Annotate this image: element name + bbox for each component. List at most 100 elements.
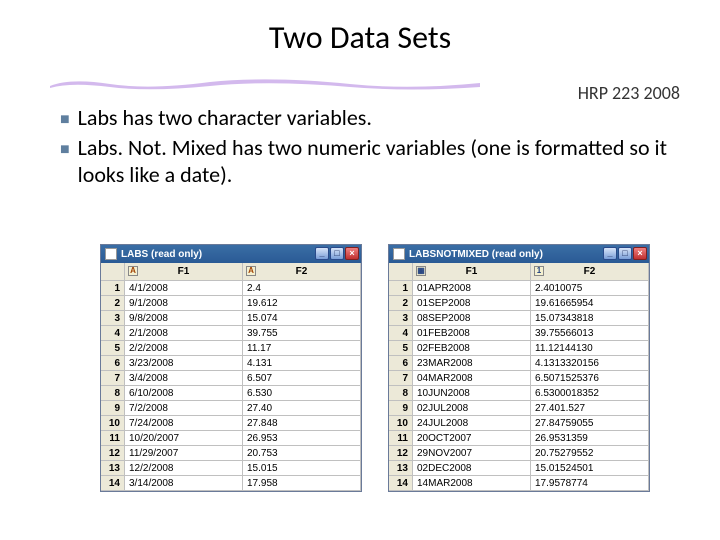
data-cell[interactable]: 20OCT2007: [413, 431, 531, 446]
data-cell[interactable]: 7/2/2008: [125, 401, 243, 416]
data-cell[interactable]: 27.40: [243, 401, 361, 416]
maximize-button[interactable]: □: [330, 247, 344, 260]
window-title-text: LABSNOTMIXED (read only): [409, 249, 543, 260]
row-number[interactable]: 1: [389, 281, 413, 296]
data-cell[interactable]: 11.17: [243, 341, 361, 356]
data-cell[interactable]: 6.507: [243, 371, 361, 386]
row-number[interactable]: 2: [101, 296, 125, 311]
data-cell[interactable]: 6.530: [243, 386, 361, 401]
column-header[interactable]: ▦F1: [413, 263, 531, 281]
row-number[interactable]: 2: [389, 296, 413, 311]
window-titlebar[interactable]: LABSNOTMIXED (read only) _ □ ×: [389, 245, 649, 263]
data-cell[interactable]: 20.75279552: [531, 446, 649, 461]
data-cell[interactable]: 10/20/2007: [125, 431, 243, 446]
row-number[interactable]: 4: [389, 326, 413, 341]
maximize-button[interactable]: □: [618, 247, 632, 260]
row-number[interactable]: 5: [389, 341, 413, 356]
minimize-button[interactable]: _: [603, 247, 617, 260]
close-button[interactable]: ×: [345, 247, 359, 260]
data-cell[interactable]: 26.953: [243, 431, 361, 446]
data-cell[interactable]: 04MAR2008: [413, 371, 531, 386]
data-cell[interactable]: 2/1/2008: [125, 326, 243, 341]
data-cell[interactable]: 27.401.527: [531, 401, 649, 416]
close-button[interactable]: ×: [633, 247, 647, 260]
data-cell[interactable]: 27.848: [243, 416, 361, 431]
data-cell[interactable]: 15.074: [243, 311, 361, 326]
data-cell[interactable]: 39.75566013: [531, 326, 649, 341]
row-number[interactable]: 1: [101, 281, 125, 296]
row-number[interactable]: 3: [101, 311, 125, 326]
data-cell[interactable]: 3/4/2008: [125, 371, 243, 386]
row-number[interactable]: 12: [101, 446, 125, 461]
data-cell[interactable]: 9/8/2008: [125, 311, 243, 326]
data-cell[interactable]: 11.12144130: [531, 341, 649, 356]
row-number[interactable]: 9: [101, 401, 125, 416]
data-cell[interactable]: 27.84759055: [531, 416, 649, 431]
data-cell[interactable]: 02DEC2008: [413, 461, 531, 476]
char-coltype-icon: A: [128, 266, 138, 276]
data-cell[interactable]: 3/14/2008: [125, 476, 243, 491]
column-header[interactable]: AF1: [125, 263, 243, 281]
data-cell[interactable]: 19.612: [243, 296, 361, 311]
dataset-window-labsnotmixed: LABSNOTMIXED (read only) _ □ × ▦F11F2101…: [388, 244, 650, 492]
data-cell[interactable]: 6/10/2008: [125, 386, 243, 401]
row-number[interactable]: 10: [389, 416, 413, 431]
row-number[interactable]: 14: [389, 476, 413, 491]
row-number[interactable]: 8: [101, 386, 125, 401]
row-number[interactable]: 6: [389, 356, 413, 371]
data-cell[interactable]: 01APR2008: [413, 281, 531, 296]
row-number[interactable]: 11: [101, 431, 125, 446]
data-cell[interactable]: 4.1313320156: [531, 356, 649, 371]
data-cell[interactable]: 15.015: [243, 461, 361, 476]
data-cell[interactable]: 17.9578774: [531, 476, 649, 491]
data-cell[interactable]: 2.4: [243, 281, 361, 296]
row-number[interactable]: 8: [389, 386, 413, 401]
data-cell[interactable]: 14MAR2008: [413, 476, 531, 491]
data-cell[interactable]: 15.07343818: [531, 311, 649, 326]
row-number[interactable]: 13: [101, 461, 125, 476]
data-cell[interactable]: 11/29/2007: [125, 446, 243, 461]
data-cell[interactable]: 10JUN2008: [413, 386, 531, 401]
data-cell[interactable]: 01FEB2008: [413, 326, 531, 341]
data-cell[interactable]: 2.4010075: [531, 281, 649, 296]
row-number[interactable]: 14: [101, 476, 125, 491]
row-number[interactable]: 11: [389, 431, 413, 446]
data-cell[interactable]: 20.753: [243, 446, 361, 461]
data-cell[interactable]: 39.755: [243, 326, 361, 341]
data-cell[interactable]: 08SEP2008: [413, 311, 531, 326]
data-cell[interactable]: 23MAR2008: [413, 356, 531, 371]
data-cell[interactable]: 12/2/2008: [125, 461, 243, 476]
data-cell[interactable]: 19.61665954: [531, 296, 649, 311]
data-cell[interactable]: 02FEB2008: [413, 341, 531, 356]
data-cell[interactable]: 17.958: [243, 476, 361, 491]
data-cell[interactable]: 29NOV2007: [413, 446, 531, 461]
row-number[interactable]: 7: [101, 371, 125, 386]
row-number[interactable]: 5: [101, 341, 125, 356]
minimize-button[interactable]: _: [315, 247, 329, 260]
row-number[interactable]: 10: [101, 416, 125, 431]
column-header[interactable]: 1F2: [531, 263, 649, 281]
data-cell[interactable]: 01SEP2008: [413, 296, 531, 311]
row-number[interactable]: 12: [389, 446, 413, 461]
data-cell[interactable]: 24JUL2008: [413, 416, 531, 431]
row-number[interactable]: 13: [389, 461, 413, 476]
row-number[interactable]: 7: [389, 371, 413, 386]
column-header[interactable]: AF2: [243, 263, 361, 281]
data-cell[interactable]: 4/1/2008: [125, 281, 243, 296]
data-cell[interactable]: 15.01524501: [531, 461, 649, 476]
data-cell[interactable]: 9/1/2008: [125, 296, 243, 311]
data-cell[interactable]: 2/2/2008: [125, 341, 243, 356]
row-number[interactable]: 4: [101, 326, 125, 341]
data-cell[interactable]: 6.5300018352: [531, 386, 649, 401]
data-cell[interactable]: 7/24/2008: [125, 416, 243, 431]
row-number[interactable]: 3: [389, 311, 413, 326]
course-tag: HRP 223 2008: [578, 82, 680, 104]
data-cell[interactable]: 4.131: [243, 356, 361, 371]
data-cell[interactable]: 02JUL2008: [413, 401, 531, 416]
window-titlebar[interactable]: LABS (read only) _ □ ×: [101, 245, 361, 263]
data-cell[interactable]: 6.5071525376: [531, 371, 649, 386]
row-number[interactable]: 6: [101, 356, 125, 371]
data-cell[interactable]: 26.9531359: [531, 431, 649, 446]
row-number[interactable]: 9: [389, 401, 413, 416]
data-cell[interactable]: 3/23/2008: [125, 356, 243, 371]
